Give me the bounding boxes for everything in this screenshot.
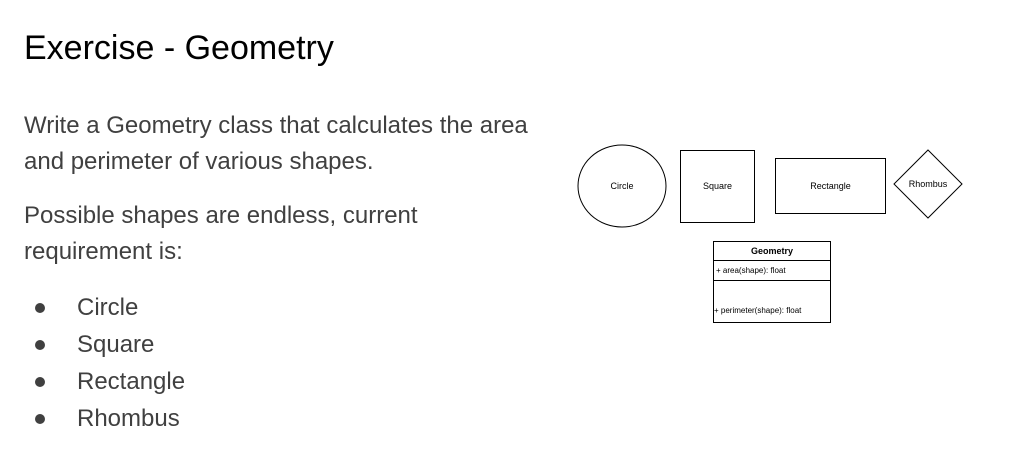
geometry-diagram: Circle Square Rectangle Rhombus Geometry… xyxy=(577,144,963,323)
class-name: Geometry xyxy=(751,246,793,256)
rhombus-shape: Rhombus xyxy=(893,149,963,219)
rectangle-shape-label: Rectangle xyxy=(810,181,851,191)
rectangle-shape: Rectangle xyxy=(775,158,886,214)
rhombus-shape-label: Rhombus xyxy=(909,179,948,189)
square-shape-label: Square xyxy=(703,181,732,191)
circle-shape-label: Circle xyxy=(610,181,633,191)
method-area: + area(shape): float xyxy=(716,266,786,275)
method-perimeter: + perimeter(shape): float xyxy=(714,306,802,315)
geometry-class-box: Geometry + area(shape): float + perimete… xyxy=(713,241,831,323)
circle-shape: Circle xyxy=(577,144,667,228)
square-shape: Square xyxy=(680,150,755,223)
